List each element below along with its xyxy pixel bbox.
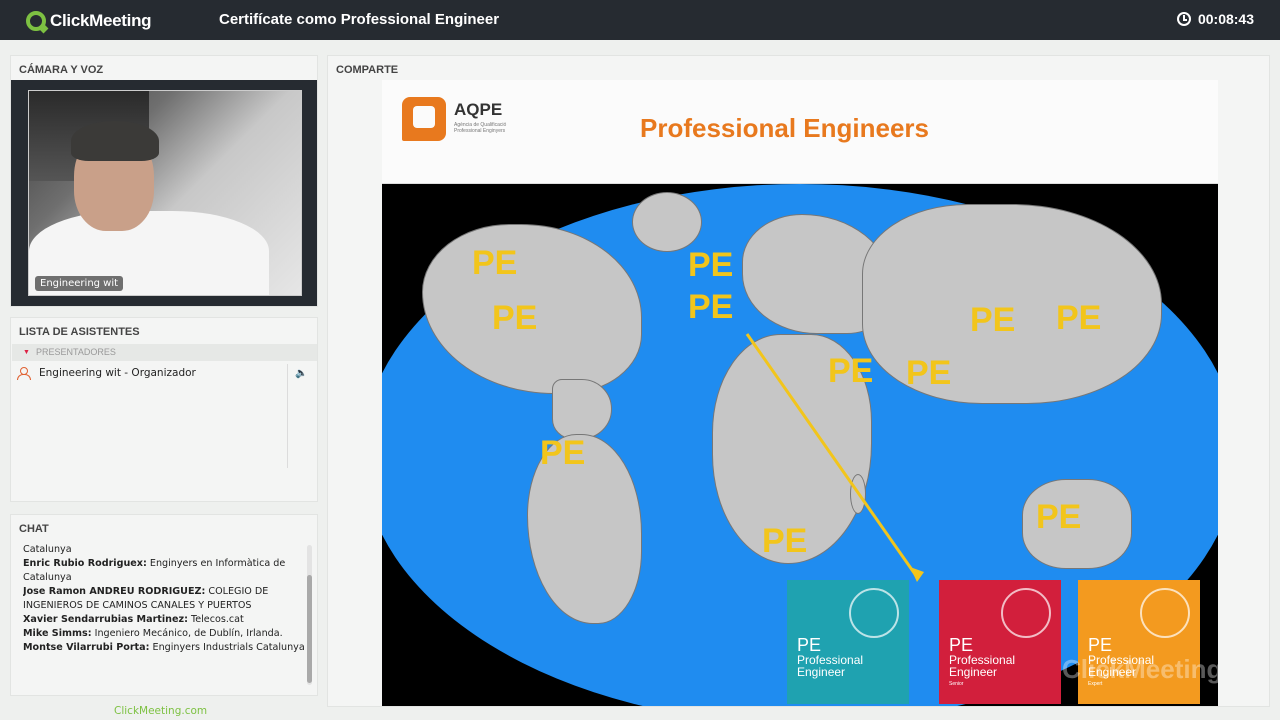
certificate-seal-icon	[1140, 588, 1190, 638]
pe-label-australia: PE	[1036, 498, 1082, 536]
aqpe-logo-name: AQPE	[454, 100, 503, 119]
certificate-pe-senior: PE Professional Engineer Senior	[939, 580, 1061, 704]
chat-message: Xavier Sendarrubias Martinez: Telecos.ca…	[23, 614, 244, 625]
pe-label-japan: PE	[1056, 299, 1102, 337]
certificate-grade: Senior	[949, 681, 964, 687]
pe-label-middle-east: PE	[828, 352, 874, 390]
clickmeeting-logo: ClickMeeting	[26, 10, 152, 32]
aqpe-logo-icon	[402, 97, 446, 141]
pe-label-north-america: PE	[472, 244, 518, 282]
pe-label-china: PE	[970, 301, 1016, 339]
collapse-caret-icon[interactable]: ▼	[23, 344, 30, 361]
certificate-seal-icon	[849, 588, 899, 638]
pe-label-south-america: PE	[540, 434, 586, 472]
chat-message: Catalunya	[23, 544, 72, 555]
slide-heading: Professional Engineers	[640, 113, 929, 143]
pe-label-southern-africa: PE	[762, 522, 808, 560]
aqpe-logo-subtitle: Agència de Qualificació Professional Eng…	[454, 122, 507, 134]
pe-label-india: PE	[906, 354, 952, 392]
world-map: PE PE PE PE PE PE PE PE PE PE PE PE Prof…	[382, 184, 1218, 706]
camera-participant-label: Engineering wit	[35, 276, 124, 291]
chat-message: Enric Rubio Rodriguex: Enginyers en Info…	[23, 558, 286, 583]
speaker-icon[interactable]: 🔈	[295, 368, 307, 379]
camera-panel-title: CÁMARA Y VOZ	[19, 64, 104, 76]
share-panel-title: COMPARTE	[336, 64, 399, 76]
presenters-section-label: PRESENTADORES	[36, 347, 116, 357]
certificate-seal-icon	[1001, 588, 1051, 638]
presenters-section-header[interactable]: ▼ PRESENTADORES	[12, 344, 317, 361]
certificate-line2: Engineer	[949, 665, 998, 679]
chat-scrollbar[interactable]	[307, 545, 312, 685]
app-name: ClickMeeting	[50, 11, 152, 30]
meeting-title: Certifícate como Professional Engineer	[219, 11, 500, 28]
camera-panel: CÁMARA Y VOZ Engineering wit	[10, 55, 318, 307]
chat-panel: CHAT Catalunya Enric Rubio Rodriguex: En…	[10, 514, 318, 696]
attendee-panel: LISTA DE ASISTENTES ▼ PRESENTADORES Engi…	[10, 317, 318, 502]
certificate-pe-expert: PE Professional Engineer Expert	[1078, 580, 1200, 704]
certificate-pe: PE Professional Engineer	[787, 580, 909, 704]
chat-panel-title: CHAT	[19, 523, 49, 535]
attendee-name: Engineering wit - Organizador	[39, 367, 196, 379]
certificate-pe-label: PE	[1088, 635, 1113, 655]
attendee-panel-title: LISTA DE ASISTENTES	[19, 326, 140, 338]
clickmeeting-watermark: ClickMeeting	[1062, 654, 1218, 684]
share-panel: COMPARTE AQPE Agència de Qualificació Pr…	[327, 55, 1270, 707]
slide-header: AQPE Agència de Qualificació Professiona…	[382, 80, 1218, 184]
chat-message-list[interactable]: Catalunya Enric Rubio Rodriguex: Enginye…	[23, 543, 311, 693]
timer-value: 00:08:43	[1197, 11, 1254, 27]
chat-message: Montse Vilarrubi Porta: Enginyers Indust…	[23, 642, 305, 653]
clock-icon	[1176, 12, 1191, 26]
user-icon	[17, 367, 31, 380]
certificate-line2: Engineer	[797, 665, 846, 679]
attendee-row[interactable]: Engineering wit - Organizador	[17, 364, 307, 382]
pe-label-spain: PE	[688, 288, 734, 326]
chat-message: Mike Simms: Ingeniero Mecánico, de Dublí…	[23, 628, 283, 639]
certificate-pe-label: PE	[949, 635, 974, 655]
attendee-list-divider	[287, 364, 288, 468]
presenter-hair	[71, 121, 159, 161]
clickmeeting-logo-icon	[26, 11, 46, 31]
certificate-pe-label: PE	[797, 635, 822, 655]
chat-message: Jose Ramon ANDREU RODRIGUEZ: COLEGIO DE …	[23, 586, 269, 611]
camera-video[interactable]: Engineering wit	[28, 90, 302, 296]
meeting-timer: 00:08:43	[1176, 11, 1254, 27]
pe-label-usa: PE	[492, 299, 538, 337]
chat-scrollbar-thumb[interactable]	[307, 575, 312, 683]
presentation-slide: AQPE Agència de Qualificació Professiona…	[382, 80, 1218, 706]
top-bar: ClickMeeting Certifícate como Profession…	[0, 0, 1280, 40]
camera-container: Engineering wit	[11, 80, 317, 306]
pe-label-ireland: PE	[688, 246, 734, 284]
clickmeeting-footer-link[interactable]: ClickMeeting.com	[114, 705, 207, 717]
